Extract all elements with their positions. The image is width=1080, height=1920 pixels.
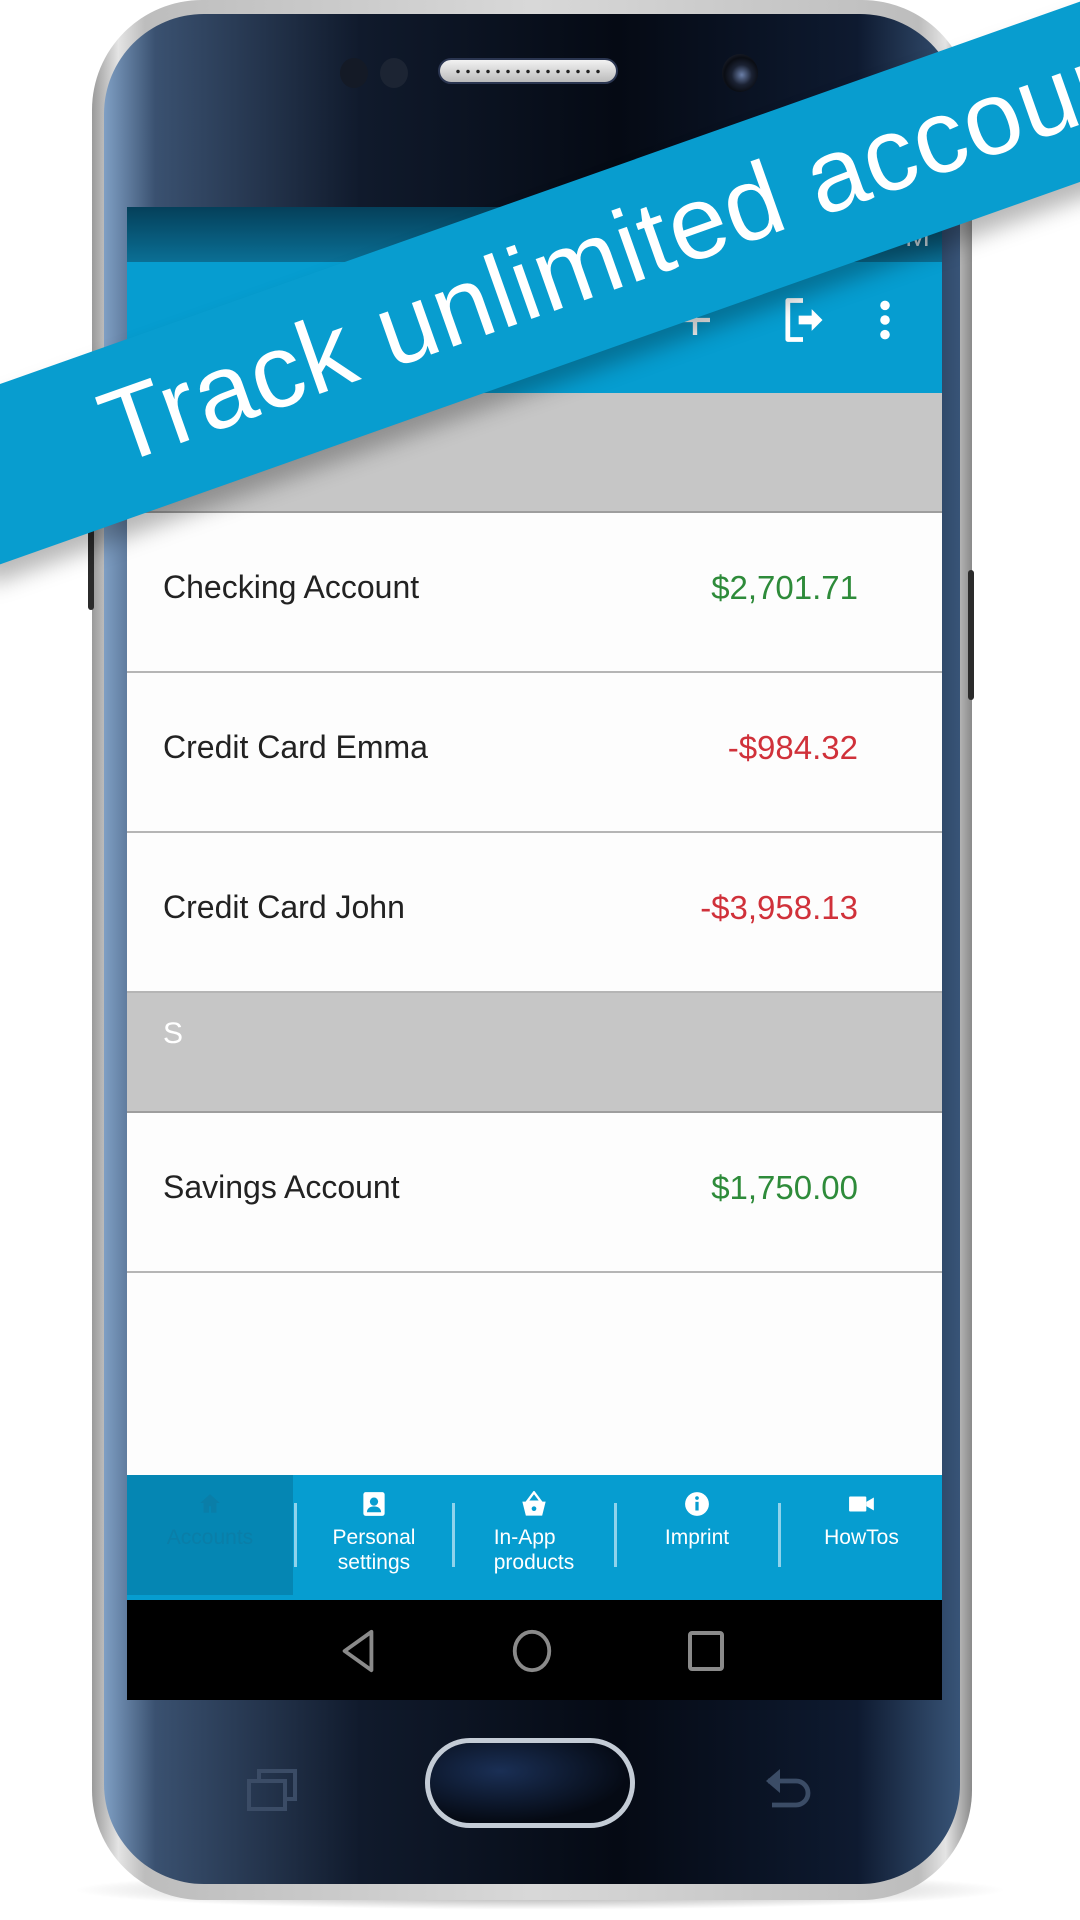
nav-label: Imprint bbox=[664, 1526, 730, 1549]
nav-label: In-App products bbox=[493, 1526, 575, 1574]
account-row-checking[interactable]: Checking Account $2,701.71 bbox=[127, 513, 942, 673]
account-name: Savings Account bbox=[163, 1169, 400, 1205]
earpiece-speaker bbox=[438, 58, 618, 84]
account-row-credit-card-john[interactable]: Credit Card John -$3,958.13 bbox=[127, 833, 942, 993]
logout-icon[interactable] bbox=[775, 292, 831, 348]
account-row-savings[interactable]: Savings Account $1,750.00 bbox=[127, 1113, 942, 1273]
account-name: Credit Card Emma bbox=[163, 729, 428, 765]
nav-tab-accounts[interactable]: Accounts bbox=[127, 1475, 293, 1595]
account-balance: $2,701.71 bbox=[711, 569, 858, 606]
proximity-sensor bbox=[340, 58, 368, 88]
power-button bbox=[968, 570, 974, 700]
video-camera-icon bbox=[848, 1489, 876, 1519]
account-name: Checking Account bbox=[163, 569, 420, 605]
bottom-navigation: Accounts Personal settings In-App produc… bbox=[127, 1475, 942, 1605]
home-circle-icon[interactable] bbox=[507, 1626, 557, 1676]
hardware-home-button[interactable] bbox=[425, 1738, 635, 1828]
home-icon bbox=[197, 1489, 223, 1519]
account-row-credit-card-emma[interactable]: Credit Card Emma -$984.32 bbox=[127, 673, 942, 833]
more-vert-icon[interactable] bbox=[857, 292, 913, 348]
section-header-s: S bbox=[127, 993, 942, 1113]
front-camera bbox=[722, 54, 758, 92]
account-balance: -$984.32 bbox=[727, 729, 858, 766]
nav-tab-howtos[interactable]: HowTos bbox=[781, 1475, 942, 1595]
back-icon[interactable] bbox=[333, 1626, 383, 1676]
info-icon bbox=[684, 1489, 710, 1519]
hardware-recents-icon[interactable] bbox=[245, 1765, 301, 1818]
section-letter: S bbox=[163, 1017, 184, 1050]
light-sensor bbox=[380, 58, 408, 88]
account-balance: $1,750.00 bbox=[711, 1169, 858, 1206]
nav-label: HowTos bbox=[824, 1526, 899, 1549]
shopping-basket-icon bbox=[520, 1489, 548, 1519]
android-navigation-bar bbox=[127, 1600, 942, 1700]
hardware-back-icon[interactable] bbox=[760, 1765, 816, 1818]
account-list: C Checking Account $2,701.71 Credit Card… bbox=[127, 393, 942, 1273]
nav-tab-personal-settings[interactable]: Personal settings bbox=[297, 1475, 451, 1595]
nav-label: Accounts bbox=[166, 1526, 254, 1549]
nav-tab-imprint[interactable]: Imprint bbox=[617, 1475, 777, 1595]
recents-icon[interactable] bbox=[681, 1626, 731, 1676]
account-name: Credit Card John bbox=[163, 889, 405, 925]
account-balance: -$3,958.13 bbox=[700, 889, 858, 926]
nav-label: Personal settings bbox=[332, 1526, 416, 1574]
contact-card-icon bbox=[362, 1489, 386, 1519]
nav-tab-in-app-products[interactable]: In-App products bbox=[455, 1475, 613, 1595]
